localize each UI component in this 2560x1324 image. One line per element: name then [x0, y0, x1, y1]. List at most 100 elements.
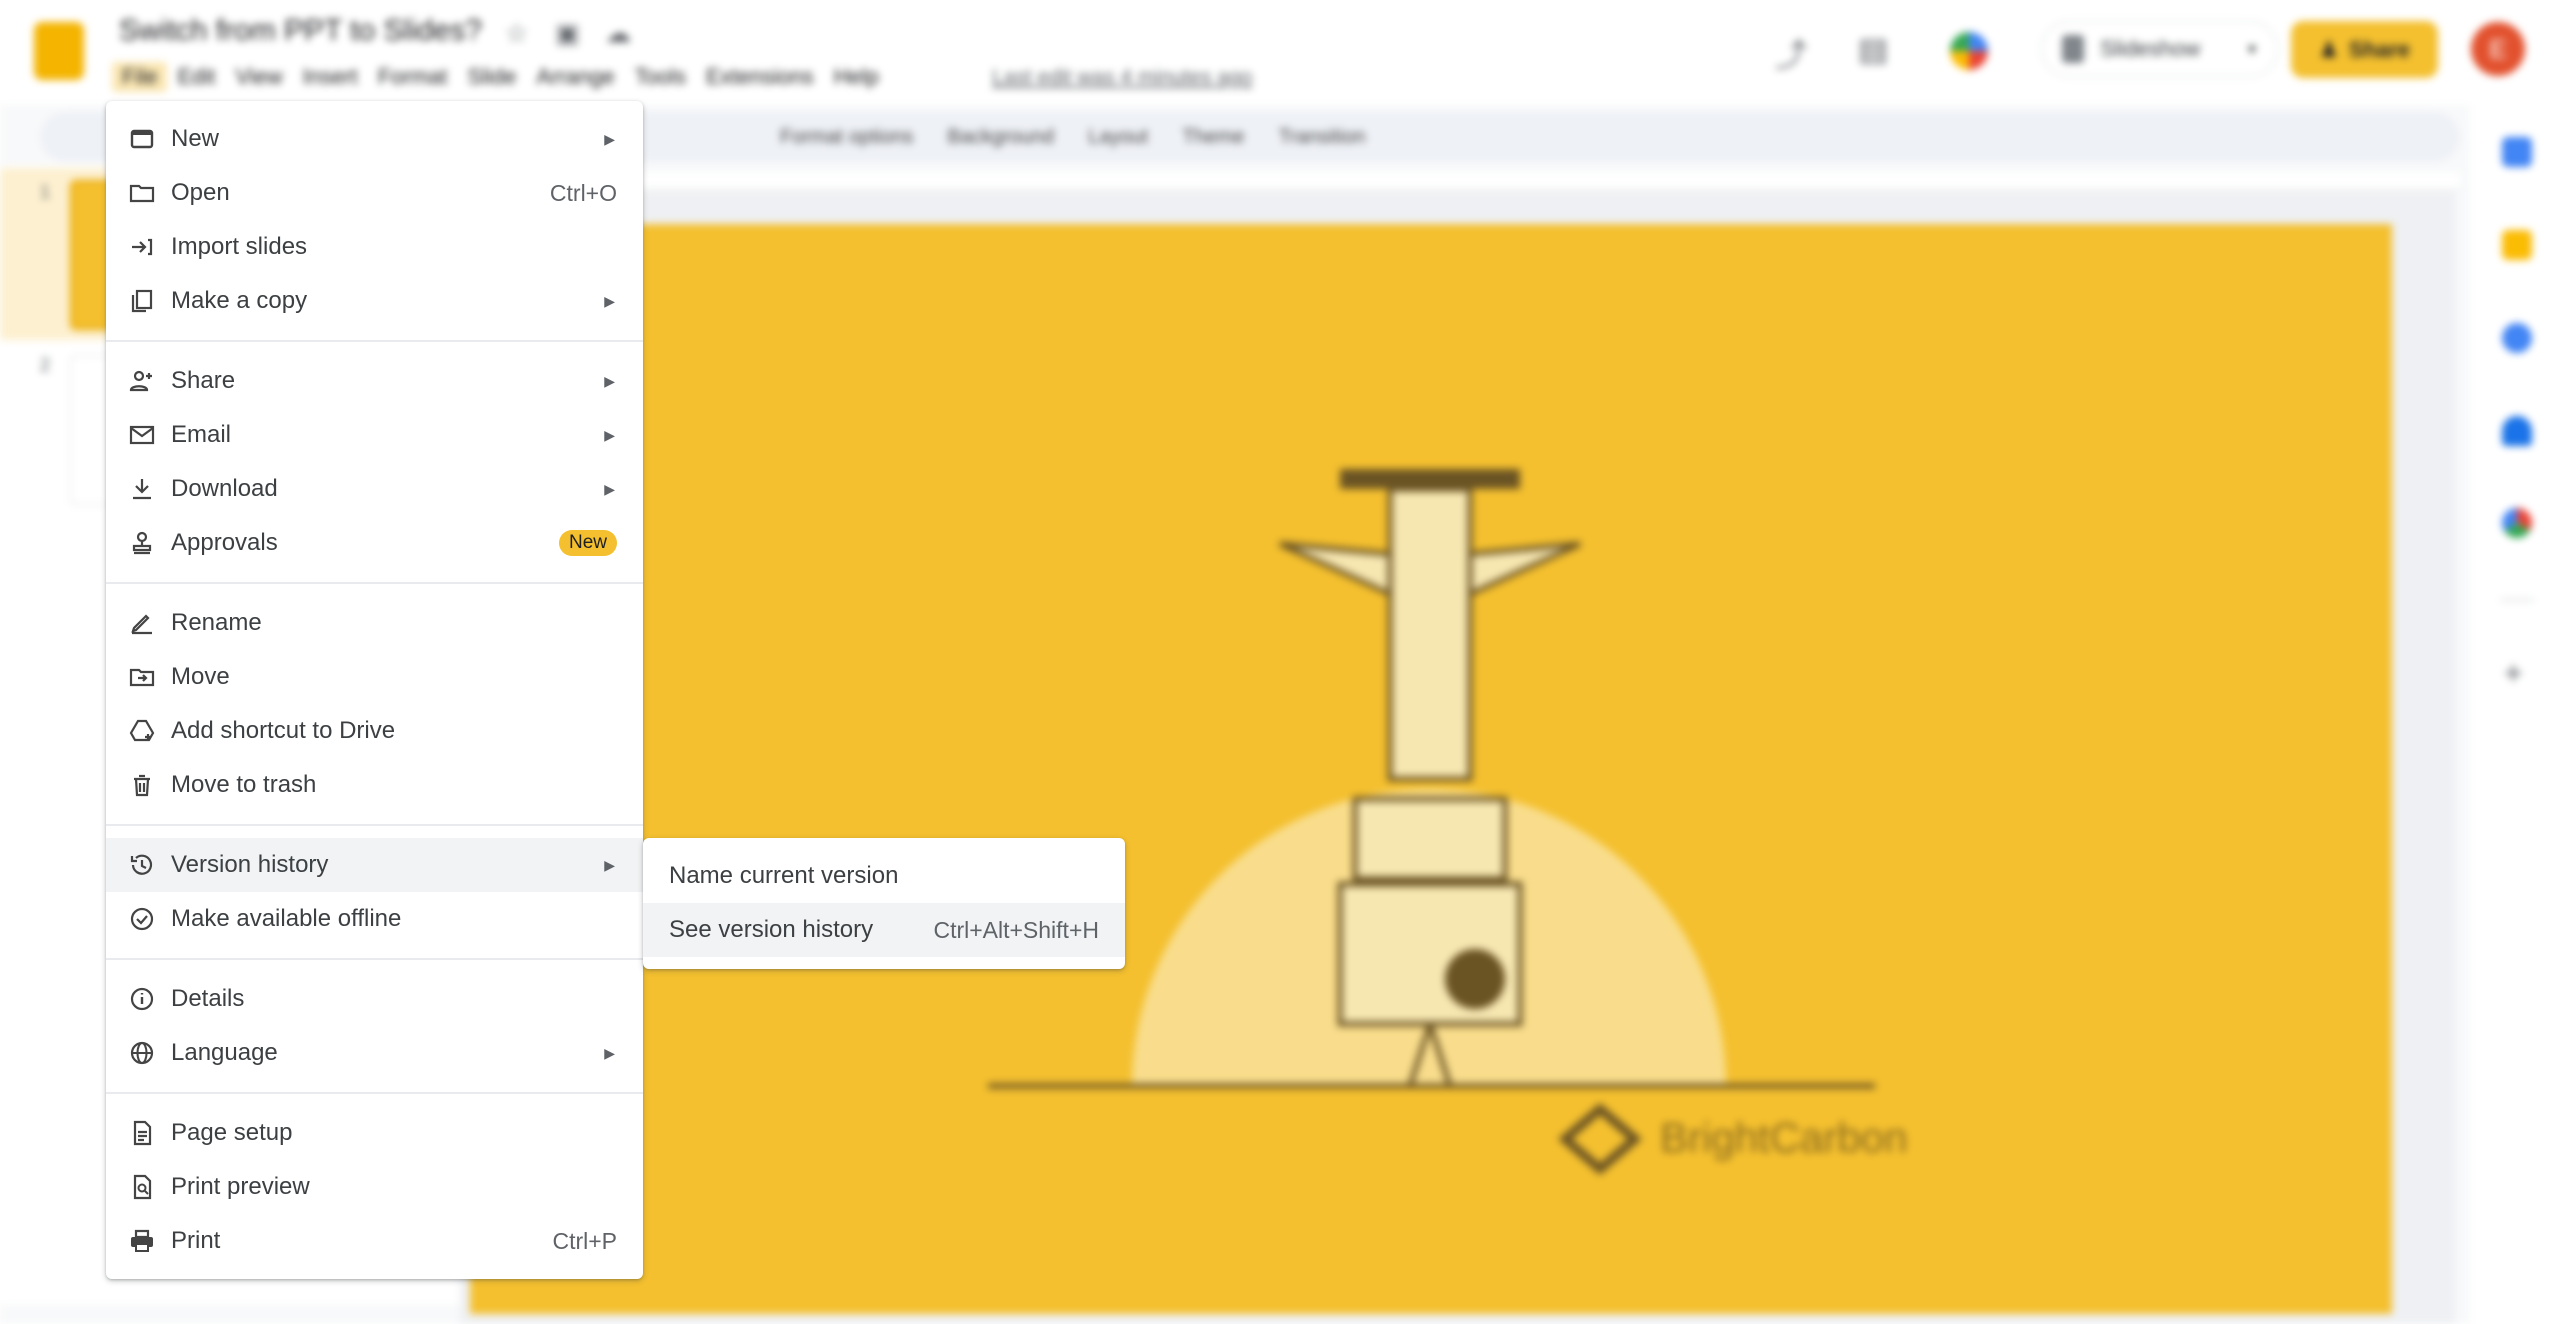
menu-item-label: Approvals [171, 529, 278, 556]
toolbar-theme[interactable]: Theme [1182, 126, 1244, 149]
submenu-arrow-icon: ▶ [604, 372, 615, 389]
calendar-icon[interactable] [2502, 137, 2532, 167]
slide-illustration: BrightCarbon [988, 469, 1907, 1175]
menu-insert[interactable]: Insert [293, 62, 368, 92]
menu-extensions[interactable]: Extensions [696, 62, 824, 92]
print-icon [128, 1227, 156, 1255]
file-menu: New ▶ Open Ctrl+O Import slides Make a copy ▶ S… [106, 101, 643, 1279]
menu-file[interactable]: File [112, 62, 168, 92]
menu-separator [106, 946, 643, 972]
avatar[interactable]: E [2471, 22, 2525, 76]
toolbar-format-options[interactable]: Format options [780, 126, 913, 149]
menu-bar: File Edit View Insert Format Slide Arrange Tool… [112, 62, 889, 92]
menu-item-rename[interactable]: Rename [106, 596, 643, 650]
version-history-submenu: Name current version See version history C… [643, 838, 1125, 969]
menu-item-label: Add shortcut to Drive [171, 717, 396, 744]
share-button[interactable]: ♟ Share [2291, 21, 2438, 78]
divider-line [106, 582, 643, 584]
menu-item-print[interactable]: Print Ctrl+P [106, 1214, 643, 1268]
menu-item-version-history[interactable]: Version history ▶ [106, 838, 643, 892]
meet-icon[interactable] [1950, 32, 1988, 70]
menu-item-import-slides[interactable]: Import slides [106, 220, 643, 274]
menu-item-download[interactable]: Download ▶ [106, 462, 643, 516]
divider-line [106, 1092, 643, 1094]
menu-item-label: Make available offline [171, 905, 402, 932]
menu-item-email[interactable]: Email ▶ [106, 408, 643, 462]
ruler [640, 172, 2460, 190]
menu-item-move-to-trash[interactable]: Move to trash [106, 758, 643, 812]
brightcarbon-logo-text: BrightCarbon [1660, 1114, 1907, 1161]
menu-item-label: Name current version [669, 862, 899, 889]
menu-separator [106, 328, 643, 354]
menu-separator [106, 1080, 643, 1106]
lock-icon: ♟ [2319, 36, 2339, 62]
menu-slide[interactable]: Slide [457, 62, 526, 92]
menu-item-label: Download [171, 475, 278, 502]
menu-help[interactable]: Help [824, 62, 889, 92]
activity-trend-icon[interactable]: ⤴ [1775, 30, 1807, 76]
menu-item-label: Make a copy [171, 287, 308, 314]
menu-item-make-available-offline[interactable]: Make available offline [106, 892, 643, 946]
folder-icon [128, 179, 156, 207]
comment-icon[interactable]: ▤ [1858, 30, 1888, 68]
totem-pole [1387, 486, 1473, 782]
toolbar-transition[interactable]: Transition [1278, 126, 1365, 149]
brightcarbon-logo-mark [1558, 1103, 1642, 1175]
trash-icon [128, 771, 156, 799]
menu-item-details[interactable]: Details [106, 972, 643, 1026]
menu-item-name-current-version[interactable]: Name current version [643, 849, 1125, 903]
menu-item-make-a-copy[interactable]: Make a copy ▶ [106, 274, 643, 328]
menu-item-print-preview[interactable]: Print preview [106, 1160, 643, 1214]
menu-item-see-version-history[interactable]: See version history Ctrl+Alt+Shift+H [643, 903, 1125, 957]
slide-number: 1 [40, 182, 51, 202]
history-icon [128, 851, 156, 879]
star-icon[interactable]: ☆ [505, 18, 528, 49]
maps-icon[interactable] [2502, 508, 2532, 538]
side-panel [2470, 105, 2560, 1324]
toolbar-background[interactable]: Background [947, 126, 1054, 149]
menu-item-label: New [171, 125, 220, 152]
menu-view[interactable]: View [225, 62, 292, 92]
menu-item-share[interactable]: Share ▶ [106, 354, 643, 408]
menu-item-add-shortcut-to-drive[interactable]: Add shortcut to Drive [106, 704, 643, 758]
menu-item-move[interactable]: Move [106, 650, 643, 704]
menu-item-page-setup[interactable]: Page setup [106, 1106, 643, 1160]
slideshow-button[interactable]: Slideshow ▼ [2041, 21, 2278, 77]
menu-item-new[interactable]: New ▶ [106, 112, 643, 166]
menu-separator [106, 570, 643, 596]
menu-item-approvals[interactable]: Approvals New [106, 516, 643, 570]
submenu-arrow-icon: ▶ [604, 1044, 615, 1061]
move-folder-icon[interactable]: ▣ [555, 18, 580, 49]
divider-line [106, 340, 643, 342]
menu-arrange[interactable]: Arrange [526, 62, 624, 92]
globe-icon [128, 1039, 156, 1067]
toolbar-layout[interactable]: Layout [1088, 126, 1148, 149]
info-icon [128, 985, 156, 1013]
slide-canvas[interactable]: BrightCarbon [470, 224, 2392, 1314]
menu-tools[interactable]: Tools [625, 62, 696, 92]
menu-edit[interactable]: Edit [167, 62, 225, 92]
stamp-icon [128, 529, 156, 557]
slides-logo[interactable] [34, 22, 84, 80]
add-addon-icon[interactable]: + [2504, 655, 2523, 692]
menu-item-label: Share [171, 367, 236, 394]
cloud-status-icon[interactable]: ☁ [605, 18, 631, 49]
side-panel-divider [2500, 599, 2534, 601]
submenu-arrow-icon: ▶ [604, 426, 615, 443]
contacts-icon[interactable] [2502, 416, 2532, 446]
menu-item-language[interactable]: Language ▶ [106, 1026, 643, 1080]
shortcut-hint: Ctrl+P [552, 1227, 617, 1254]
person-add-icon [128, 367, 156, 395]
menu-item-open[interactable]: Open Ctrl+O [106, 166, 643, 220]
slideshow-label: Slideshow [2100, 36, 2201, 61]
chevron-down-icon[interactable]: ▼ [2245, 41, 2259, 57]
menu-item-label: Language [171, 1039, 278, 1066]
tasks-icon[interactable] [2502, 323, 2532, 353]
keep-icon[interactable] [2502, 230, 2532, 260]
import-icon [128, 233, 156, 261]
document-title[interactable]: Switch from PPT to Slides? [119, 14, 482, 48]
menu-format[interactable]: Format [368, 62, 458, 92]
last-edit-link[interactable]: Last edit was 4 minutes ago [992, 66, 1252, 90]
shortcut-hint: Ctrl+Alt+Shift+H [933, 916, 1099, 943]
chart-circle [1445, 949, 1505, 1009]
